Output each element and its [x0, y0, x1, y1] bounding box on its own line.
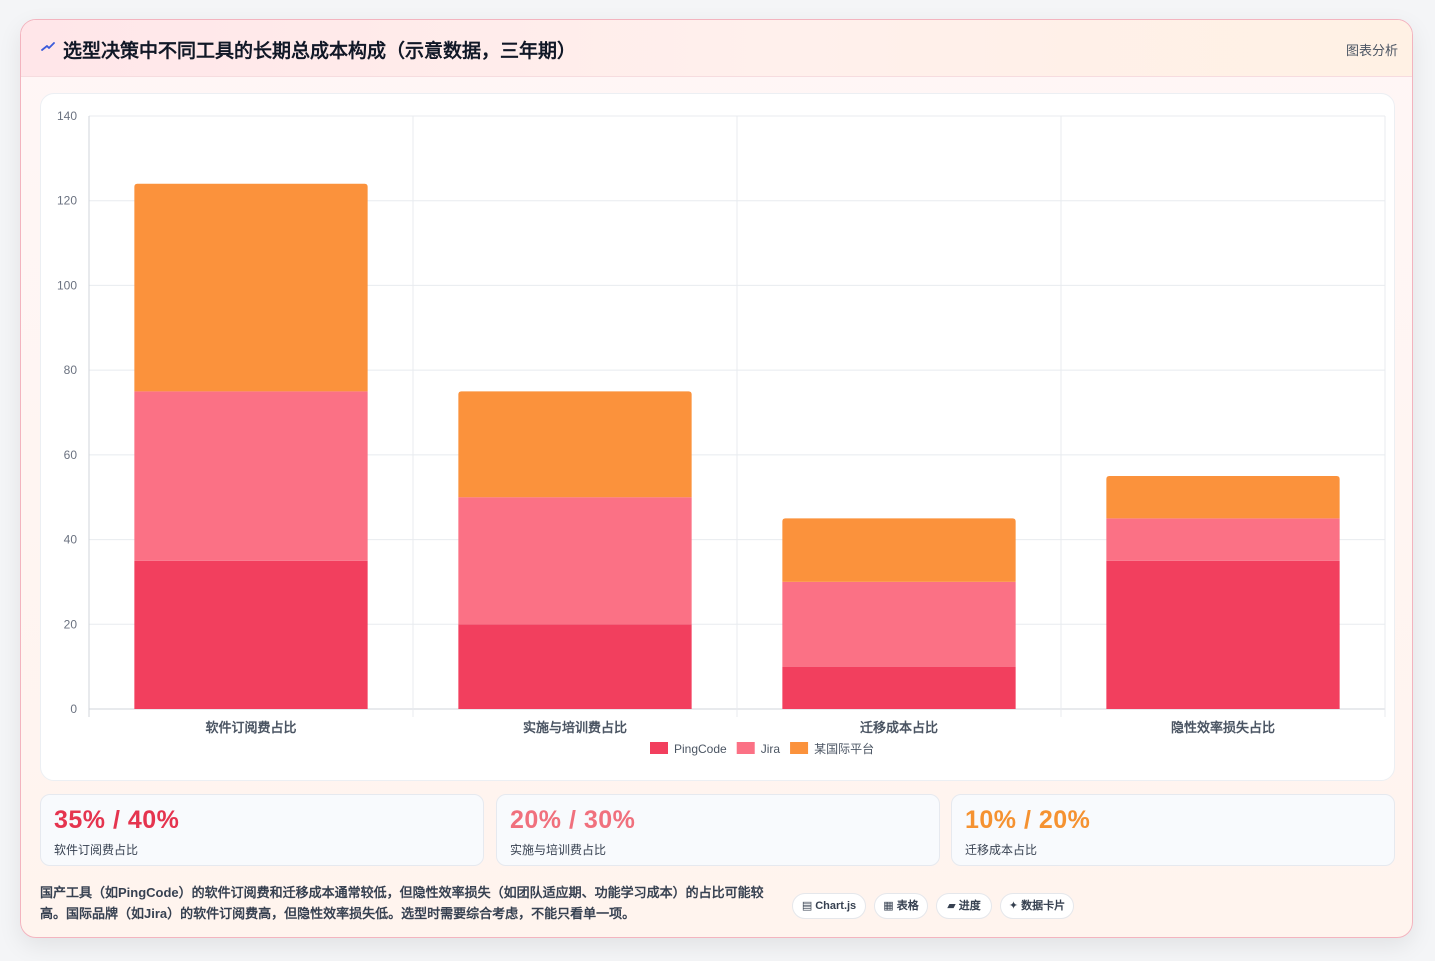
tag-progress[interactable]: ▰ 进度: [936, 893, 992, 919]
bar-segment: [1106, 560, 1340, 709]
chart-panel: 0 20 40 60 80 100 120 140 软件订阅费占比 实施与培训费占比 迁移成本占比 隐…: [40, 93, 1395, 781]
chart-analysis-link[interactable]: 图表分析: [1346, 40, 1398, 59]
stat-card-subscription: 35% / 40% 软件订阅费占比: [40, 794, 484, 866]
stat-label: 迁移成本占比: [965, 843, 1038, 857]
bar-segment: [1106, 518, 1340, 561]
tag-label: 数据卡片: [1021, 900, 1066, 912]
legend-label: Jira: [761, 742, 781, 756]
legend-label: PingCode: [674, 742, 727, 756]
trend-icon: [41, 42, 55, 51]
y-tick-label: 140: [57, 109, 77, 123]
tag-table[interactable]: ▦ 表格: [874, 893, 928, 919]
stat-value: 20% / 30%: [510, 806, 636, 834]
legend-swatch: [650, 742, 668, 754]
card-header: 选型决策中不同工具的长期总成本构成（示意数据，三年期） 图表分析: [21, 20, 1412, 77]
legend-swatch: [790, 742, 809, 754]
bar-segment: [782, 581, 1016, 667]
bar-segment: [1106, 476, 1340, 519]
stacked-bar-chart: 0 20 40 60 80 100 120 140 软件订阅费占比 实施与培训费占比 迁移成本占比 隐…: [57, 109, 1386, 756]
y-tick-label: 0: [70, 702, 77, 716]
legend-swatch: [736, 742, 755, 754]
tag-chartjs[interactable]: ▤ Chart.js: [792, 893, 866, 919]
y-tick-label: 120: [57, 194, 77, 208]
stat-label: 软件订阅费占比: [54, 843, 139, 857]
bar-segment: [458, 624, 692, 709]
chart-card: 选型决策中不同工具的长期总成本构成（示意数据，三年期） 图表分析 0 20 40 60…: [20, 19, 1413, 938]
tag-label: 表格: [896, 900, 919, 912]
x-tick-label: 隐性效率损失占比: [1171, 720, 1275, 735]
table-icon: ▦: [883, 900, 894, 912]
y-tick-label: 60: [64, 448, 78, 462]
stat-value: 10% / 20%: [965, 806, 1091, 834]
tag-data-card[interactable]: ✦ 数据卡片: [1000, 893, 1074, 919]
bar-segment: [134, 391, 368, 561]
stat-card-implementation: 20% / 30% 实施与培训费占比: [496, 794, 940, 866]
stat-card-migration: 10% / 20% 迁移成本占比: [951, 794, 1395, 866]
stat-label: 实施与培训费占比: [510, 843, 607, 857]
y-tick-label: 20: [64, 617, 78, 631]
stat-value: 35% / 40%: [54, 806, 180, 834]
tag-label: 进度: [958, 900, 981, 912]
bar-segment: [458, 497, 692, 625]
sparkle-icon: ✦: [1008, 900, 1019, 912]
y-tick-label: 80: [64, 363, 78, 377]
progress-icon: ▰: [947, 900, 956, 912]
tag-label: Chart.js: [815, 900, 857, 912]
bar-segment: [782, 518, 1016, 582]
bar-segment: [134, 183, 368, 392]
legend-label: 某国际平台: [814, 741, 874, 756]
bar-segment: [134, 560, 368, 709]
x-tick-label: 软件订阅费占比: [205, 720, 296, 735]
x-tick-label: 实施与培训费占比: [523, 720, 627, 735]
y-tick-label: 40: [64, 533, 78, 547]
bar-segment: [782, 666, 1016, 709]
x-tick-label: 迁移成本占比: [860, 720, 938, 735]
y-tick-label: 100: [57, 278, 77, 292]
bar-segment: [458, 391, 692, 498]
chart-icon: ▤: [801, 900, 813, 912]
chart-title: 选型决策中不同工具的长期总成本构成（示意数据，三年期）: [63, 41, 577, 62]
insight-note: 国产工具（如PingCode）的软件订阅费和迁移成本通常较低，但隐性效率损失（如…: [40, 885, 764, 921]
